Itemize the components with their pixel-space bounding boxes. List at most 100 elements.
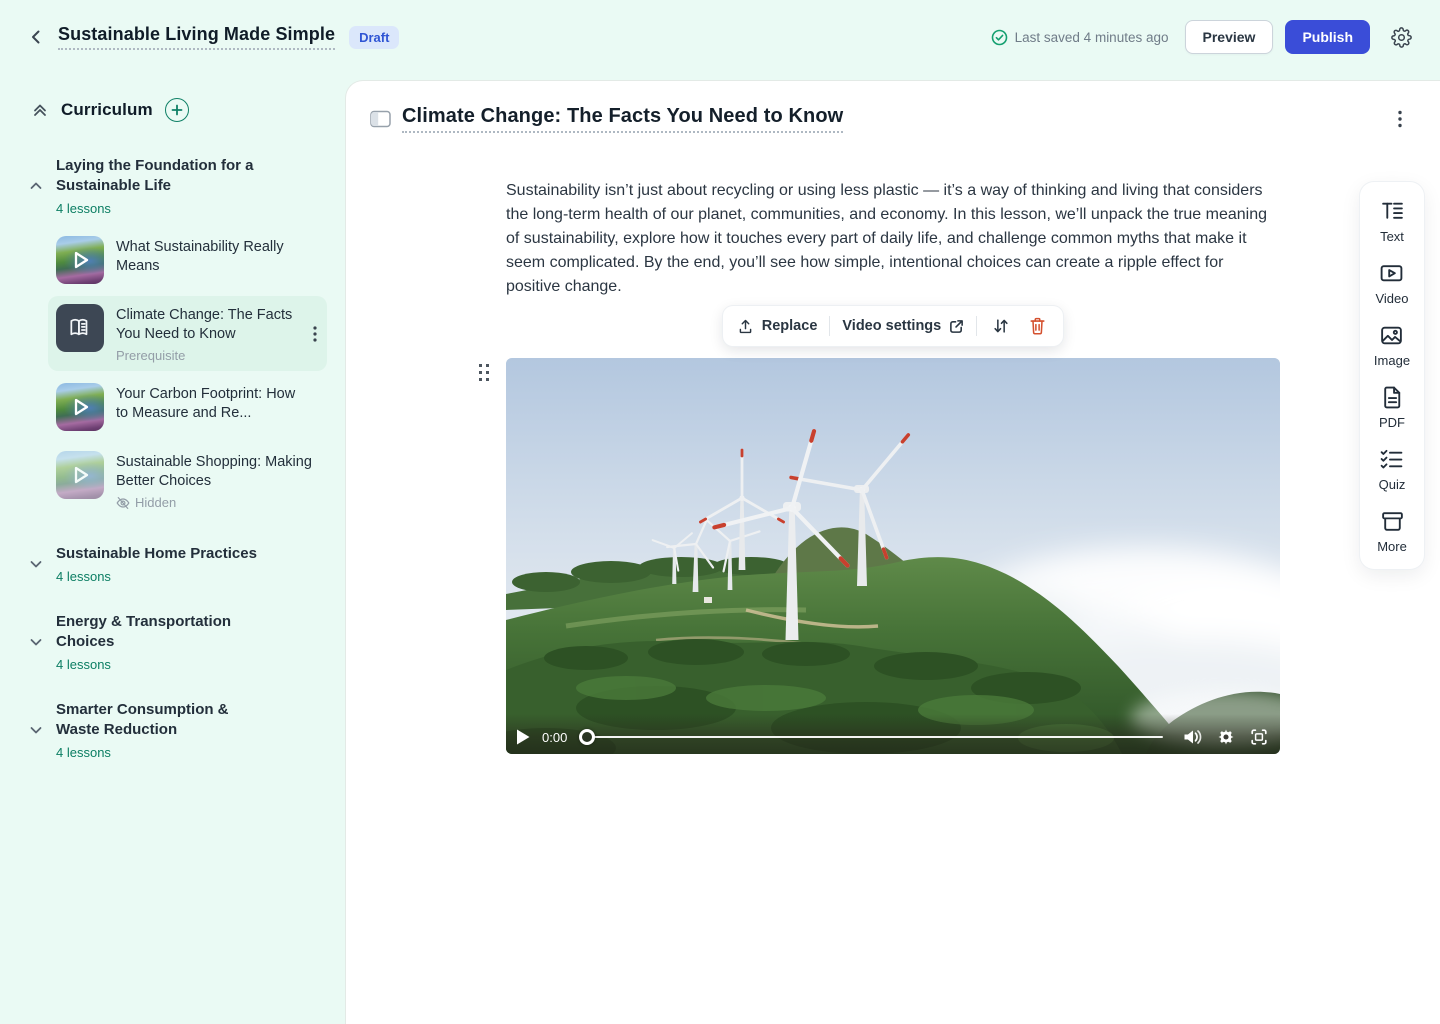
lesson-body: Sustainability isn’t just about recyclin… <box>506 179 1280 754</box>
section-header[interactable]: Energy & Transportation Choices 4 lesson… <box>16 612 329 672</box>
lesson-title: Climate Change: The Facts You Need to Kn… <box>116 306 296 344</box>
drag-handle[interactable] <box>479 364 489 381</box>
quiz-icon <box>1379 447 1404 472</box>
double-chevron-up-icon <box>30 100 50 120</box>
sidebar-toggle-button[interactable] <box>368 107 392 131</box>
section-header[interactable]: Smarter Consumption & Waste Reduction 4 … <box>16 700 329 760</box>
lesson-item-hidden[interactable]: Sustainable Shopping: Making Better Choi… <box>48 443 327 518</box>
video-controls: 0:00 <box>506 714 1280 754</box>
settings-button[interactable] <box>1386 22 1416 52</box>
section-lesson-count: 4 lessons <box>56 745 271 760</box>
tool-image[interactable]: Image <box>1374 323 1410 368</box>
curriculum-header: Curriculum <box>16 98 329 122</box>
video-thumbnail <box>56 451 104 499</box>
tool-video[interactable]: Video <box>1375 261 1408 306</box>
publish-button[interactable]: Publish <box>1285 20 1370 54</box>
video-thumbnail <box>56 236 104 284</box>
move-block-button[interactable] <box>989 314 1013 338</box>
tool-text[interactable]: Text <box>1380 199 1405 244</box>
chevron-up-icon <box>28 178 44 194</box>
lesson-editor: Climate Change: The Facts You Need to Kn… <box>345 80 1440 1024</box>
curriculum-sidebar: Curriculum Laying the Foundation for a S… <box>0 80 345 1024</box>
tool-pdf[interactable]: PDF <box>1379 385 1405 430</box>
section-lesson-count: 4 lessons <box>56 569 257 584</box>
gear-icon <box>1391 27 1412 48</box>
seek-bar[interactable] <box>579 729 1163 745</box>
video-icon <box>1379 261 1404 286</box>
play-icon <box>67 247 93 273</box>
seek-handle[interactable] <box>579 729 595 745</box>
upload-icon <box>737 318 754 335</box>
course-title[interactable]: Sustainable Living Made Simple <box>58 24 335 50</box>
chevron-down-icon <box>28 634 44 650</box>
chevron-down-icon <box>28 556 44 572</box>
curriculum-section: Sustainable Home Practices 4 lessons <box>16 544 329 584</box>
lesson-title: What Sustainability Really Means <box>116 238 319 276</box>
toolbar-divider <box>976 316 977 336</box>
curriculum-section: Smarter Consumption & Waste Reduction 4 … <box>16 700 329 760</box>
video-player[interactable]: 0:00 <box>506 358 1280 754</box>
article-thumbnail <box>56 304 104 352</box>
tool-more[interactable]: More <box>1377 509 1407 554</box>
preview-button[interactable]: Preview <box>1185 20 1274 54</box>
add-curriculum-button[interactable] <box>165 98 189 122</box>
video-block-toolbar: Replace Video settings <box>723 306 1063 346</box>
delete-block-button[interactable] <box>1025 314 1049 338</box>
video-thumbnail <box>56 383 104 431</box>
lesson-options-menu[interactable] <box>1386 105 1414 133</box>
external-link-icon <box>949 319 964 334</box>
section-header[interactable]: Laying the Foundation for a Sustainable … <box>16 156 329 216</box>
eye-off-icon <box>116 496 130 510</box>
play-icon <box>67 462 93 488</box>
lesson-kebab-menu[interactable] <box>313 326 317 342</box>
collapse-all-button[interactable] <box>30 100 50 120</box>
lesson-title: Your Carbon Footprint: How to Measure an… <box>116 385 306 423</box>
lesson-title: Sustainable Shopping: Making Better Choi… <box>116 453 319 491</box>
open-book-icon <box>67 315 93 341</box>
trash-icon <box>1029 317 1046 335</box>
lesson-item[interactable]: What Sustainability Really Means <box>48 228 327 292</box>
back-button[interactable] <box>22 23 50 51</box>
play-button[interactable] <box>516 729 532 745</box>
section-title: Smarter Consumption & Waste Reduction <box>56 700 271 740</box>
volume-icon[interactable] <box>1183 729 1202 745</box>
lesson-item[interactable]: Your Carbon Footprint: How to Measure an… <box>48 375 327 439</box>
last-saved-text: Last saved 4 minutes ago <box>1015 30 1169 45</box>
lesson-page-title[interactable]: Climate Change: The Facts You Need to Kn… <box>402 105 843 133</box>
last-saved-status: Last saved 4 minutes ago <box>991 29 1169 46</box>
replace-video-button[interactable]: Replace <box>737 318 818 335</box>
section-lesson-count: 4 lessons <box>56 657 286 672</box>
curriculum-section: Laying the Foundation for a Sustainable … <box>16 156 329 518</box>
section-title: Laying the Foundation for a Sustainable … <box>56 156 286 196</box>
pdf-icon <box>1380 385 1405 410</box>
play-icon <box>67 394 93 420</box>
text-icon <box>1380 199 1405 224</box>
chevron-down-icon <box>28 722 44 738</box>
topbar: Sustainable Living Made Simple Draft Las… <box>0 0 1440 80</box>
section-title: Energy & Transportation Choices <box>56 612 286 652</box>
fullscreen-icon[interactable] <box>1250 728 1268 746</box>
video-block: 0:00 <box>506 358 1280 754</box>
reorder-arrows-icon <box>992 317 1010 335</box>
lesson-list: What Sustainability Really Means Climate… <box>48 228 329 518</box>
lesson-intro-paragraph[interactable]: Sustainability isn’t just about recyclin… <box>506 179 1280 299</box>
block-tools-panel: Text Video Image PDF Quiz <box>1360 182 1424 569</box>
section-lesson-count: 4 lessons <box>56 201 286 216</box>
check-circle-icon <box>991 29 1008 46</box>
curriculum-heading: Curriculum <box>61 100 153 120</box>
section-title: Sustainable Home Practices <box>56 544 257 564</box>
current-time: 0:00 <box>542 730 567 745</box>
more-icon <box>1380 509 1405 534</box>
tool-quiz[interactable]: Quiz <box>1379 447 1406 492</box>
lesson-meta-prerequisite: Prerequisite <box>116 348 296 363</box>
lesson-meta-hidden: Hidden <box>116 495 319 510</box>
plus-icon <box>171 104 183 116</box>
section-header[interactable]: Sustainable Home Practices 4 lessons <box>16 544 329 584</box>
image-icon <box>1379 323 1404 348</box>
video-settings-button[interactable]: Video settings <box>842 318 964 334</box>
curriculum-section: Energy & Transportation Choices 4 lesson… <box>16 612 329 672</box>
lesson-header: Climate Change: The Facts You Need to Kn… <box>346 81 1440 133</box>
lesson-item-selected[interactable]: Climate Change: The Facts You Need to Kn… <box>48 296 327 371</box>
player-settings-icon[interactable] <box>1217 728 1235 746</box>
toolbar-divider <box>829 316 830 336</box>
